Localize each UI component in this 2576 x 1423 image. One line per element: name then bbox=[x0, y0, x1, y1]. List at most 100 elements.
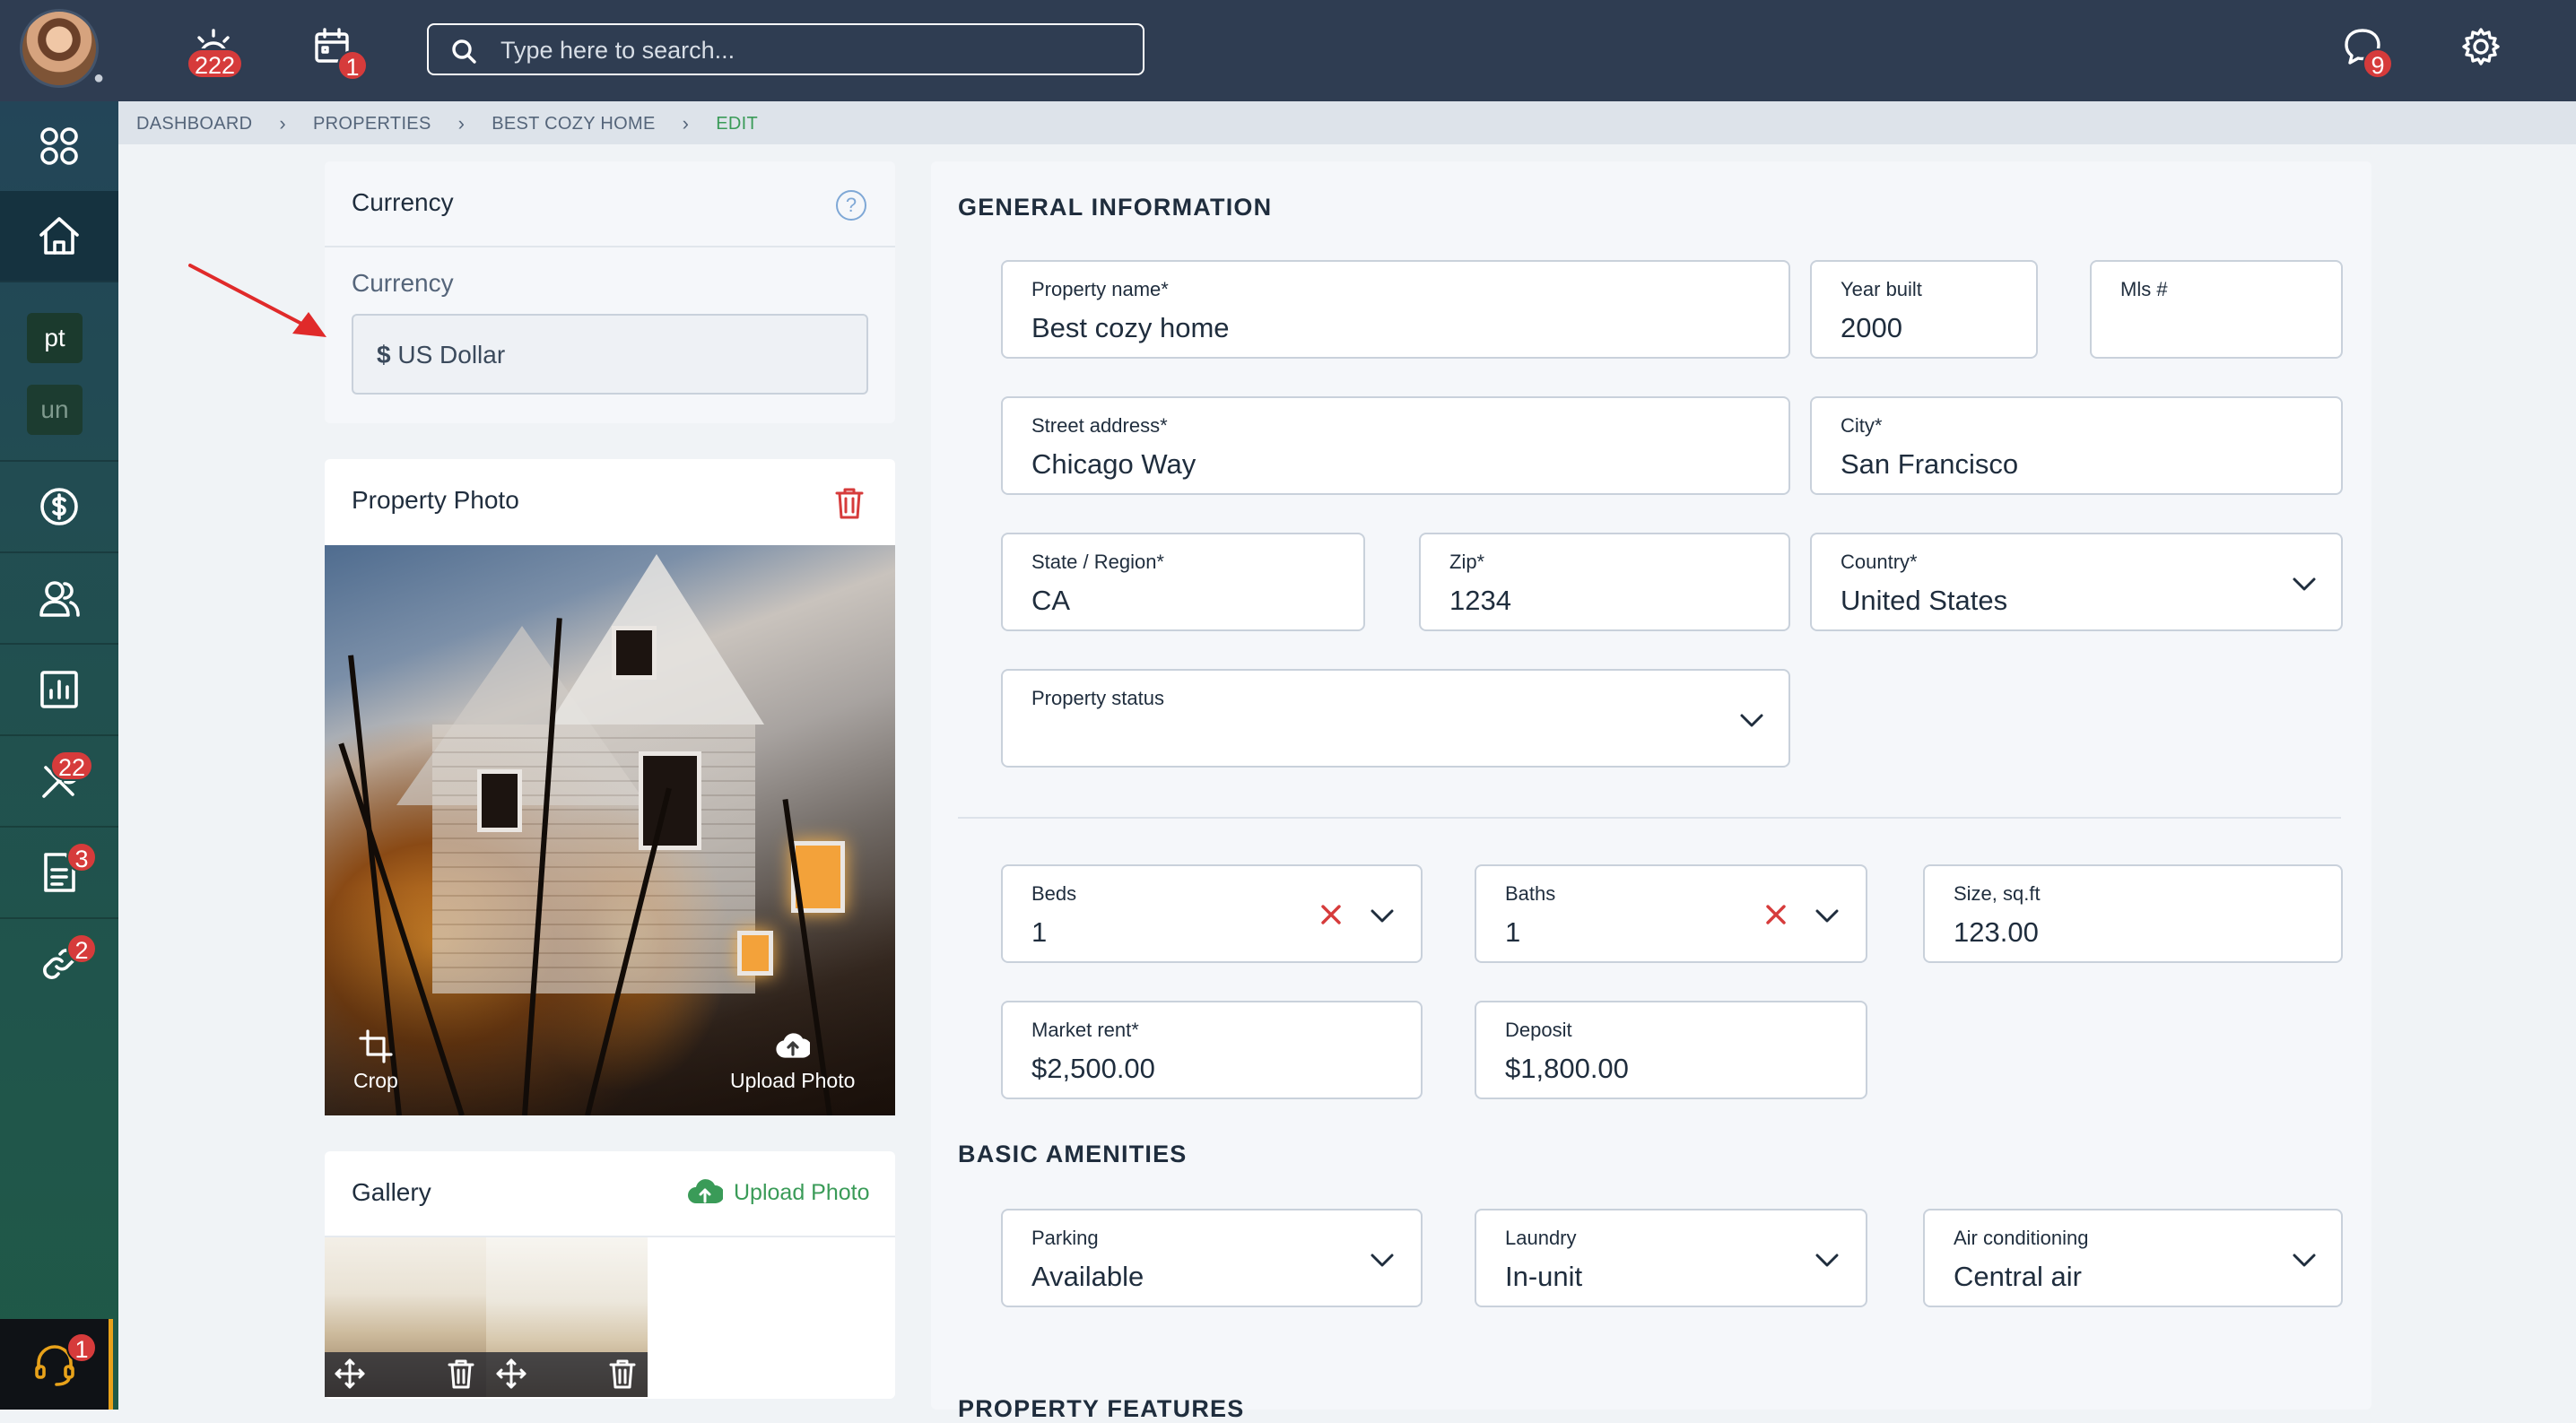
sidebar-nav: pt un 22 3 2 bbox=[0, 101, 118, 1410]
breadcrumb-property[interactable]: BEST COZY HOME bbox=[492, 114, 655, 134]
currency-symbol: $ bbox=[377, 341, 391, 369]
chevron-down-icon bbox=[1369, 1246, 1396, 1273]
messages-count-badge: 9 bbox=[2363, 48, 2393, 79]
field-label: Market rent* bbox=[1031, 1019, 1139, 1041]
upload-photo-button[interactable]: Upload Photo bbox=[730, 1029, 855, 1093]
state-field[interactable]: State / Region* CA bbox=[1001, 533, 1365, 631]
country-select[interactable]: Country* United States bbox=[1810, 533, 2343, 631]
chevron-down-icon bbox=[2291, 570, 2318, 597]
chevron-down-icon bbox=[1814, 1246, 1841, 1273]
field-value: 123.00 bbox=[1954, 916, 2039, 948]
field-label: Parking bbox=[1031, 1227, 1099, 1249]
alerts-count-badge: 222 bbox=[187, 48, 244, 79]
gallery-thumbnail[interactable] bbox=[325, 1237, 486, 1397]
pin-icon: ● bbox=[93, 68, 105, 88]
move-icon[interactable] bbox=[334, 1358, 366, 1390]
breadcrumb-dashboard[interactable]: DASHBOARD bbox=[136, 114, 252, 134]
field-label: Year built bbox=[1841, 278, 1922, 300]
gear-icon bbox=[2462, 28, 2500, 65]
sidebar-item-reports[interactable] bbox=[0, 645, 118, 734]
street-address-field[interactable]: Street address* Chicago Way bbox=[1001, 396, 1790, 495]
settings-button[interactable] bbox=[2456, 22, 2506, 72]
sidebar-item-maintenance[interactable] bbox=[0, 736, 118, 826]
chevron-down-icon bbox=[2291, 1246, 2318, 1273]
sidebar-item-documents[interactable] bbox=[0, 828, 118, 917]
gallery-thumbnail[interactable] bbox=[486, 1237, 648, 1397]
currency-label: Currency bbox=[352, 269, 454, 297]
deposit-field[interactable]: Deposit $1,800.00 bbox=[1475, 1001, 1867, 1099]
field-label: Property status bbox=[1031, 687, 1164, 709]
sidebar-item-finance[interactable] bbox=[0, 462, 118, 551]
currency-value: US Dollar bbox=[397, 341, 506, 369]
search-input[interactable] bbox=[500, 32, 1110, 68]
sidebar-item-links[interactable] bbox=[0, 919, 118, 1009]
sidebar-divider bbox=[0, 281, 118, 282]
breadcrumb: DASHBOARD › PROPERTIES › BEST COZY HOME … bbox=[136, 112, 758, 135]
property-status-select[interactable]: Property status bbox=[1001, 669, 1790, 768]
year-built-field[interactable]: Year built 2000 bbox=[1810, 260, 2038, 359]
dollar-circle-icon bbox=[40, 488, 78, 525]
field-value: Central air bbox=[1954, 1261, 2082, 1292]
currency-card-title: Currency bbox=[352, 188, 454, 216]
property-name-field[interactable]: Property name* Best cozy home bbox=[1001, 260, 1790, 359]
gallery-upload-button[interactable]: Upload Photo bbox=[687, 1175, 870, 1210]
clear-icon[interactable] bbox=[1318, 902, 1344, 927]
parking-select[interactable]: Parking Available bbox=[1001, 1209, 1423, 1307]
property-photo-card: Property Photo Crop Upload Photo bbox=[325, 459, 895, 1115]
field-label: Mls # bbox=[2120, 278, 2168, 300]
field-label: Baths bbox=[1505, 882, 1556, 905]
general-information-title: GENERAL INFORMATION bbox=[958, 194, 1273, 221]
laundry-select[interactable]: Laundry In-unit bbox=[1475, 1209, 1867, 1307]
bar-chart-icon bbox=[40, 671, 78, 708]
search-bar[interactable] bbox=[427, 23, 1144, 75]
clear-icon[interactable] bbox=[1763, 902, 1788, 927]
trash-icon[interactable] bbox=[606, 1358, 639, 1390]
sidebar-chip-pt[interactable]: pt bbox=[27, 313, 83, 363]
support-button[interactable] bbox=[0, 1319, 113, 1410]
breadcrumb-properties[interactable]: PROPERTIES bbox=[313, 114, 431, 134]
chevron-down-icon bbox=[1738, 707, 1765, 733]
breadcrumb-current: EDIT bbox=[716, 113, 759, 134]
zip-field[interactable]: Zip* 1234 bbox=[1419, 533, 1790, 631]
chevron-right-icon: › bbox=[457, 112, 466, 134]
chevron-right-icon: › bbox=[682, 112, 690, 134]
sidebar-chip-un[interactable]: un bbox=[27, 385, 83, 435]
beds-select[interactable]: Beds 1 bbox=[1001, 864, 1423, 963]
sidebar-item-people[interactable] bbox=[0, 553, 118, 643]
trash-icon bbox=[835, 488, 864, 519]
user-avatar[interactable] bbox=[20, 9, 99, 88]
trash-icon[interactable] bbox=[445, 1358, 477, 1390]
property-photo-title: Property Photo bbox=[352, 486, 519, 514]
basic-amenities-title: BASIC AMENITIES bbox=[958, 1141, 1188, 1167]
field-label: Air conditioning bbox=[1954, 1227, 2089, 1249]
air-conditioning-select[interactable]: Air conditioning Central air bbox=[1923, 1209, 2343, 1307]
sidebar-item-properties[interactable] bbox=[0, 191, 118, 281]
crop-button[interactable]: Crop bbox=[353, 1029, 398, 1093]
chevron-down-icon bbox=[1814, 902, 1841, 929]
mls-field[interactable]: Mls # bbox=[2090, 260, 2343, 359]
search-icon bbox=[452, 39, 476, 64]
chevron-right-icon: › bbox=[279, 112, 287, 134]
documents-count-badge: 3 bbox=[66, 842, 97, 872]
field-value: 1234 bbox=[1449, 585, 1511, 616]
top-bar: ● 222 1 9 bbox=[0, 0, 2576, 101]
baths-select[interactable]: Baths 1 bbox=[1475, 864, 1867, 963]
field-label: Zip* bbox=[1449, 551, 1485, 573]
annotation-arrow bbox=[188, 264, 326, 337]
field-value: 1 bbox=[1505, 916, 1521, 948]
currency-field[interactable]: $ US Dollar bbox=[352, 314, 868, 395]
market-rent-field[interactable]: Market rent* $2,500.00 bbox=[1001, 1001, 1423, 1099]
field-label: Property name* bbox=[1031, 278, 1169, 300]
help-icon[interactable]: ? bbox=[836, 190, 866, 221]
sidebar-item-apps[interactable] bbox=[0, 101, 118, 191]
size-field[interactable]: Size, sq.ft 123.00 bbox=[1923, 864, 2343, 963]
field-value: In-unit bbox=[1505, 1261, 1583, 1292]
property-photo: Crop Upload Photo bbox=[325, 545, 895, 1115]
delete-photo-button[interactable] bbox=[834, 486, 865, 520]
field-value: United States bbox=[1841, 585, 2008, 616]
move-icon[interactable] bbox=[495, 1358, 527, 1390]
cloud-upload-icon bbox=[776, 1033, 810, 1058]
maintenance-count-badge: 22 bbox=[50, 751, 94, 781]
field-label: City* bbox=[1841, 414, 1883, 437]
city-field[interactable]: City* San Francisco bbox=[1810, 396, 2343, 495]
